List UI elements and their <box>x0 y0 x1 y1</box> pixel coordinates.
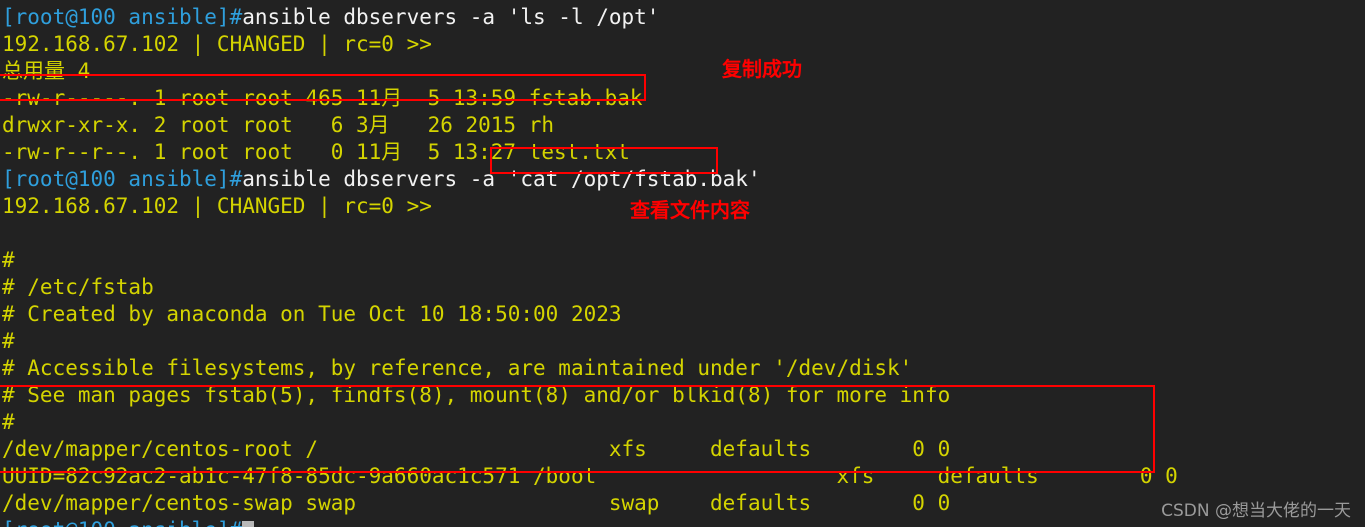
command-output: # <box>2 248 15 272</box>
terminal-line: [root@100 ansible]#ansible dbservers -a … <box>2 4 1365 31</box>
command-output: 192.168.67.102 | CHANGED | rc=0 >> <box>2 32 432 56</box>
terminal-line: -rw-r--r--. 1 root root 0 11月 5 13:27 te… <box>2 139 1365 166</box>
terminal-line: # Accessible filesystems, by reference, … <box>2 355 1365 382</box>
command-output: # Accessible filesystems, by reference, … <box>2 356 913 380</box>
terminal-line: /dev/mapper/centos-root / xfs defaults 0… <box>2 436 1365 463</box>
terminal-line: # Created by anaconda on Tue Oct 10 18:5… <box>2 301 1365 328</box>
shell-prompt: [root@100 ansible]# <box>2 5 243 29</box>
annotation-label: 复制成功 <box>722 57 802 81</box>
command-output: # /etc/fstab <box>2 275 154 299</box>
terminal-output-area[interactable]: [root@100 ansible]#ansible dbservers -a … <box>0 0 1365 527</box>
shell-command: ansible dbservers -a 'cat /opt/fstab.bak… <box>242 167 761 191</box>
terminal-line: # See man pages fstab(5), findfs(8), mou… <box>2 382 1365 409</box>
terminal-line: [root@100 ansible]#ansible dbservers -a … <box>2 166 1365 193</box>
command-output: UUID=82c92ac2-ab1c-47f8-85dc-9a660ac1c57… <box>2 464 1178 488</box>
terminal-line: 总用量 4 <box>2 58 1365 85</box>
csdn-watermark: CSDN @想当大佬的一天 <box>1161 501 1351 521</box>
terminal-line: drwxr-xr-x. 2 root root 6 3月 26 2015 rh <box>2 112 1365 139</box>
command-output: -rw-r--r--. 1 root root 0 11月 5 13:27 te… <box>2 140 630 164</box>
command-output: # See man pages fstab(5), findfs(8), mou… <box>2 383 951 407</box>
terminal-window[interactable]: [root@100 ansible]#ansible dbservers -a … <box>0 0 1365 527</box>
terminal-line: # <box>2 328 1365 355</box>
terminal-line: 192.168.67.102 | CHANGED | rc=0 >> <box>2 31 1365 58</box>
text-cursor <box>242 521 255 527</box>
terminal-line: # <box>2 247 1365 274</box>
shell-prompt: [root@100 ansible]# <box>2 518 242 527</box>
terminal-line: # /etc/fstab <box>2 274 1365 301</box>
command-output: # Created by anaconda on Tue Oct 10 18:5… <box>2 302 622 326</box>
command-output: 192.168.67.102 | CHANGED | rc=0 >> <box>2 194 432 218</box>
command-output: # <box>2 410 15 434</box>
shell-prompt: [root@100 ansible]# <box>2 167 243 191</box>
command-output: drwxr-xr-x. 2 root root 6 3月 26 2015 rh <box>2 113 555 137</box>
command-output: # <box>2 329 15 353</box>
command-output: /dev/mapper/centos-root / xfs defaults 0… <box>2 437 951 461</box>
terminal-line: -rw-r-----. 1 root root 465 11月 5 13:59 … <box>2 85 1365 112</box>
command-output: 总用量 4 <box>2 59 91 83</box>
terminal-line: UUID=82c92ac2-ab1c-47f8-85dc-9a660ac1c57… <box>2 463 1365 490</box>
command-output: -rw-r-----. 1 root root 465 11月 5 13:59 … <box>2 86 643 110</box>
command-output: /dev/mapper/centos-swap swap swap defaul… <box>2 491 951 515</box>
shell-command: ansible dbservers -a 'ls -l /opt' <box>242 5 660 29</box>
terminal-line: # <box>2 409 1365 436</box>
annotation-label: 查看文件内容 <box>630 198 750 222</box>
